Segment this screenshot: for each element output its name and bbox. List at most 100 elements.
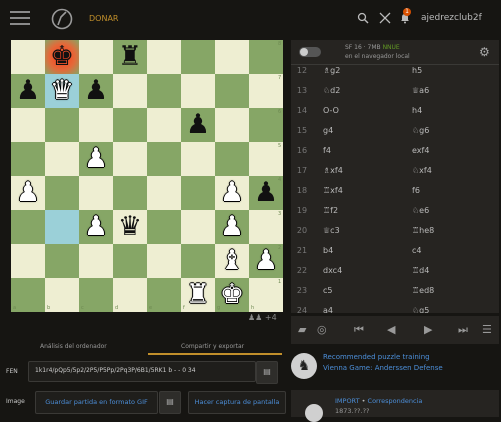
piece-b7[interactable]: ♛ xyxy=(45,74,79,108)
black-move[interactable]: h5 xyxy=(412,66,422,75)
square-a2[interactable] xyxy=(11,244,45,278)
square-e7[interactable] xyxy=(147,74,181,108)
white-move[interactable]: a4 xyxy=(323,306,333,313)
square-b5[interactable] xyxy=(45,142,79,176)
menu-icon[interactable] xyxy=(10,11,30,25)
square-a3[interactable] xyxy=(11,210,45,244)
copy-fen-icon[interactable]: ▤ xyxy=(256,361,278,384)
square-f2[interactable] xyxy=(181,244,215,278)
chess-board[interactable]: 8 7 6 5 4 3 2 1 a b c d e f g h ♚ ♜ ♟ ♛ ♟ ♟ ♟ ♟ ♟ ♟ ♟ ♛ ♟ ♝ ♟ ♜ ♚ xyxy=(11,40,283,312)
square-a8[interactable] xyxy=(11,40,45,74)
black-move[interactable]: ♖ed8 xyxy=(412,286,434,295)
copy-gif-icon[interactable]: ▤ xyxy=(159,391,181,414)
black-move[interactable]: exf4 xyxy=(412,146,429,155)
book-icon[interactable]: ▰ xyxy=(298,323,306,336)
square-c6[interactable] xyxy=(79,108,113,142)
white-move[interactable]: f4 xyxy=(323,146,331,155)
screenshot-button[interactable]: Hacer captura de pantalla xyxy=(188,391,286,414)
square-e8[interactable] xyxy=(147,40,181,74)
white-move[interactable]: g4 xyxy=(323,126,333,135)
white-move[interactable]: ♖xf4 xyxy=(323,186,343,195)
black-move[interactable]: c4 xyxy=(412,246,422,255)
black-move[interactable]: ♘xf4 xyxy=(412,166,432,175)
square-g5[interactable] xyxy=(215,142,249,176)
square-c1[interactable] xyxy=(79,278,113,312)
white-move[interactable]: ♖f2 xyxy=(323,206,338,215)
black-move[interactable]: ♖d4 xyxy=(412,266,429,275)
import-link[interactable]: IMPORT xyxy=(335,397,360,405)
piece-g4[interactable]: ♟ xyxy=(215,176,249,210)
square-g6[interactable] xyxy=(215,108,249,142)
white-move[interactable]: O-O xyxy=(323,106,339,115)
puzzle-line2[interactable]: Vienna Game: Anderssen Defense xyxy=(323,364,443,372)
square-f8[interactable] xyxy=(181,40,215,74)
square-g7[interactable] xyxy=(215,74,249,108)
piece-f6[interactable]: ♟ xyxy=(181,108,215,142)
white-move[interactable]: ♗xf4 xyxy=(323,166,343,175)
piece-g3[interactable]: ♟ xyxy=(215,210,249,244)
first-move-icon[interactable]: ⏮ xyxy=(354,323,364,337)
square-c4[interactable] xyxy=(79,176,113,210)
piece-d3[interactable]: ♛ xyxy=(113,210,147,244)
next-move-icon[interactable]: ▶ xyxy=(424,323,432,336)
donate-link[interactable]: DONAR xyxy=(89,14,118,23)
black-move[interactable]: ♘g6 xyxy=(412,126,429,135)
swords-icon[interactable] xyxy=(379,12,391,24)
last-move-icon[interactable]: ⏭ xyxy=(458,323,468,337)
black-move[interactable]: ♘g5 xyxy=(412,306,429,313)
tab-share-export[interactable]: Compartir y exportar xyxy=(181,343,244,350)
square-f7[interactable] xyxy=(181,74,215,108)
square-d6[interactable] xyxy=(113,108,147,142)
square-f4[interactable] xyxy=(181,176,215,210)
prev-move-icon[interactable]: ◀ xyxy=(387,323,395,336)
white-move[interactable]: c5 xyxy=(323,286,333,295)
square-f3[interactable] xyxy=(181,210,215,244)
square-e4[interactable] xyxy=(147,176,181,210)
square-a1[interactable] xyxy=(11,278,45,312)
square-d5[interactable] xyxy=(113,142,147,176)
save-gif-button[interactable]: Guardar partida en formato GIF xyxy=(35,391,158,414)
search-icon[interactable] xyxy=(357,12,369,24)
square-f5[interactable] xyxy=(181,142,215,176)
square-d2[interactable] xyxy=(113,244,147,278)
black-move[interactable]: ♘e6 xyxy=(412,206,429,215)
white-move[interactable]: ♕c3 xyxy=(323,226,340,235)
target-icon[interactable]: ◎ xyxy=(317,323,327,336)
white-move[interactable]: dxc4 xyxy=(323,266,342,275)
square-e5[interactable] xyxy=(147,142,181,176)
piece-h2[interactable]: ♟ xyxy=(249,244,283,278)
piece-g2[interactable]: ♝ xyxy=(215,244,249,278)
tab-computer-analysis[interactable]: Análisis del ordenador xyxy=(40,343,107,350)
piece-a7[interactable]: ♟ xyxy=(11,74,45,108)
piece-h4[interactable]: ♟ xyxy=(249,176,283,210)
square-e2[interactable] xyxy=(147,244,181,278)
black-move[interactable]: f6 xyxy=(412,186,420,195)
site-logo-icon[interactable] xyxy=(50,6,74,30)
move-list[interactable]: 12 ♗g2 h5 13 ♘d2 ♕a6 14 O-O h4 15 g4 ♘g6 16 f4 exf4 17 ♗… xyxy=(291,65,499,313)
fen-input[interactable]: 1k1r4/pQp5/5p2/2P5/P5Pp/2Pq3P/6B1/5RK1 b… xyxy=(28,361,256,382)
piece-a4[interactable]: ♟ xyxy=(11,176,45,210)
piece-d8[interactable]: ♜ xyxy=(113,40,147,74)
square-c2[interactable] xyxy=(79,244,113,278)
square-e6[interactable] xyxy=(147,108,181,142)
puzzle-recommendation[interactable]: ♞ Recommended puzzle training Vienna Gam… xyxy=(291,350,499,384)
piece-c5[interactable]: ♟ xyxy=(79,142,113,176)
piece-c7[interactable]: ♟ xyxy=(79,74,113,108)
piece-b8[interactable]: ♚ xyxy=(45,40,79,74)
gear-icon[interactable]: ⚙ xyxy=(479,45,490,59)
square-d4[interactable] xyxy=(113,176,147,210)
piece-f1[interactable]: ♜ xyxy=(181,278,215,312)
square-b6[interactable] xyxy=(45,108,79,142)
square-e1[interactable] xyxy=(147,278,181,312)
square-a5[interactable] xyxy=(11,142,45,176)
square-c8[interactable] xyxy=(79,40,113,74)
square-a6[interactable] xyxy=(11,108,45,142)
black-move[interactable]: h4 xyxy=(412,106,422,115)
piece-c3[interactable]: ♟ xyxy=(79,210,113,244)
puzzle-line1[interactable]: Recommended puzzle training xyxy=(323,353,430,361)
hamburger-menu-icon[interactable]: ☰ xyxy=(482,323,492,336)
username-link[interactable]: ajedrezclub2f xyxy=(421,13,482,23)
black-move[interactable]: ♖he8 xyxy=(412,226,434,235)
square-b2[interactable] xyxy=(45,244,79,278)
white-move[interactable]: b4 xyxy=(323,246,333,255)
